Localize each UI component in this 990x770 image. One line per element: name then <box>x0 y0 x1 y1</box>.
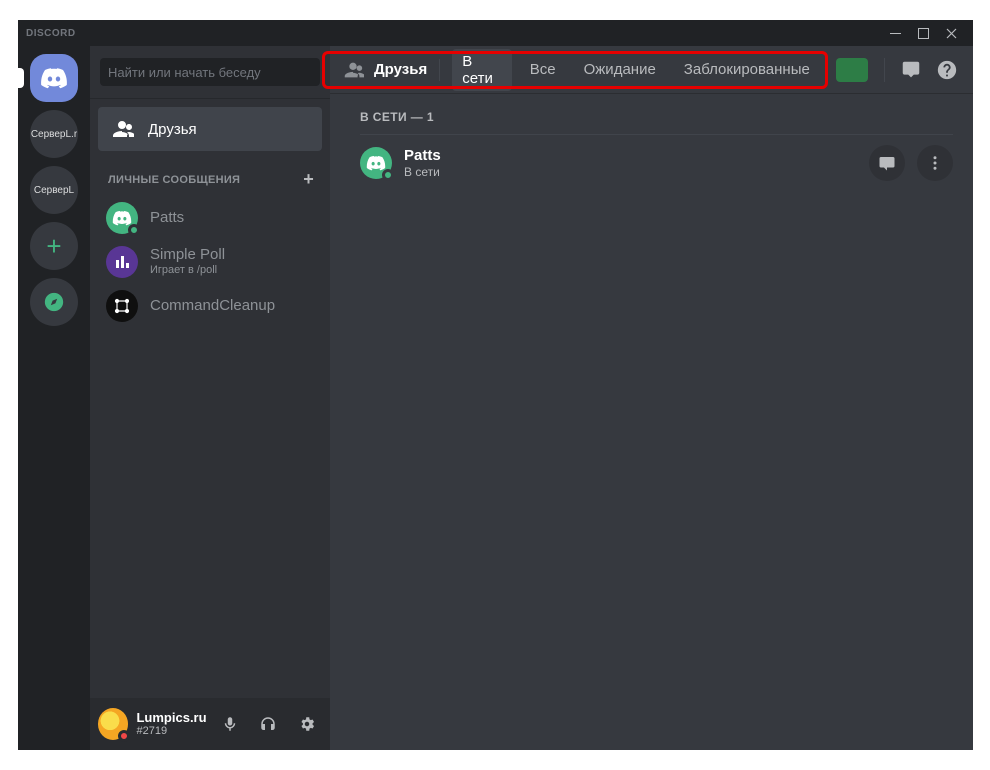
friends-nav-label: Друзья <box>148 121 197 138</box>
user-avatar[interactable] <box>98 708 128 740</box>
dm-name: CommandCleanup <box>150 297 275 315</box>
status-dnd-icon <box>118 730 130 742</box>
dm-item-patts[interactable]: Patts <box>98 196 322 240</box>
friends-icon <box>342 59 364 81</box>
more-button[interactable] <box>917 145 953 181</box>
compass-icon <box>43 291 65 313</box>
add-friend-button[interactable] <box>836 58 868 82</box>
dm-subtext: Играет в /poll <box>150 264 225 277</box>
status-online-icon <box>128 224 140 236</box>
server-item-1[interactable]: СерверL.r <box>30 110 78 158</box>
dm-item-commandcleanup[interactable]: CommandCleanup <box>98 284 322 328</box>
brand-label: DISCORD <box>26 28 76 39</box>
dm-item-simplepoll[interactable]: Simple Poll Играет в /poll <box>98 240 322 284</box>
avatar <box>106 246 138 278</box>
friends-content: В СЕТИ — 1 Patts В сети <box>330 94 973 191</box>
search-input[interactable]: Найти или начать беседу <box>100 58 320 86</box>
topbar-friends-label: Друзья <box>374 61 427 78</box>
tab-blocked[interactable]: Заблокированные <box>674 57 820 82</box>
user-tag: #2719 <box>136 725 206 737</box>
dm-name: Patts <box>150 209 184 227</box>
dm-list: Patts Simple Poll Играет в /poll <box>90 194 330 330</box>
titlebar: DISCORD <box>18 20 973 46</box>
avatar <box>360 147 392 179</box>
topbar: Друзья В сети Все Ожидание Заблокированн… <box>330 46 973 94</box>
dm-header-label: ЛИЧНЫЕ СООБЩЕНИЯ <box>108 174 240 186</box>
friend-status: В сети <box>404 165 857 179</box>
add-server-button[interactable]: + <box>30 222 78 270</box>
user-name: Lumpics.ru <box>136 711 206 725</box>
search-placeholder: Найти или начать беседу <box>108 65 261 80</box>
divider <box>884 58 885 82</box>
main-content: Друзья В сети Все Ожидание Заблокированн… <box>330 46 973 750</box>
tab-online[interactable]: В сети <box>452 49 512 91</box>
dm-name: Simple Poll <box>150 246 225 264</box>
nodes-icon <box>112 296 132 316</box>
deafen-button[interactable] <box>253 708 283 740</box>
new-group-dm-button[interactable] <box>897 54 925 86</box>
settings-button[interactable] <box>292 708 322 740</box>
topbar-friends-heading: Друзья <box>342 59 440 81</box>
friends-icon <box>110 117 134 141</box>
mute-button[interactable] <box>215 708 245 740</box>
server-item-2[interactable]: СерверL <box>30 166 78 214</box>
friend-row[interactable]: Patts В сети <box>360 134 953 191</box>
avatar <box>106 202 138 234</box>
tab-pending[interactable]: Ожидание <box>574 57 666 82</box>
poll-icon <box>114 254 130 270</box>
minimize-button[interactable] <box>881 22 909 44</box>
server-list: СерверL.r СерверL + <box>18 46 90 750</box>
headphones-icon <box>259 715 277 733</box>
section-title: В СЕТИ — 1 <box>360 110 953 124</box>
close-button[interactable] <box>937 22 965 44</box>
dm-sidebar: Найти или начать беседу Друзья ЛИЧНЫЕ СО… <box>90 46 330 750</box>
app-window: DISCORD СерверL.r СерверL + <box>18 20 973 750</box>
discover-servers-button[interactable] <box>30 278 78 326</box>
friend-name: Patts <box>404 147 857 165</box>
discord-logo-icon <box>40 67 68 89</box>
discord-logo-icon <box>112 210 132 226</box>
tab-all[interactable]: Все <box>520 57 566 82</box>
home-button[interactable] <box>30 54 78 102</box>
microphone-icon <box>221 715 239 733</box>
gear-icon <box>298 715 316 733</box>
message-button[interactable] <box>869 145 905 181</box>
status-online-icon <box>382 169 394 181</box>
create-dm-button[interactable]: + <box>303 169 314 190</box>
friends-nav-button[interactable]: Друзья <box>98 107 322 151</box>
discord-logo-icon <box>366 155 386 171</box>
help-icon <box>936 59 958 81</box>
user-panel: Lumpics.ru #2719 <box>90 698 330 750</box>
plus-icon: + <box>46 231 61 262</box>
chat-plus-icon <box>900 59 922 81</box>
dm-header: ЛИЧНЫЕ СООБЩЕНИЯ + <box>90 153 330 194</box>
more-vertical-icon <box>926 154 944 172</box>
maximize-button[interactable] <box>909 22 937 44</box>
selection-pill <box>16 68 24 88</box>
help-button[interactable] <box>933 54 961 86</box>
chat-icon <box>878 154 896 172</box>
avatar <box>106 290 138 322</box>
